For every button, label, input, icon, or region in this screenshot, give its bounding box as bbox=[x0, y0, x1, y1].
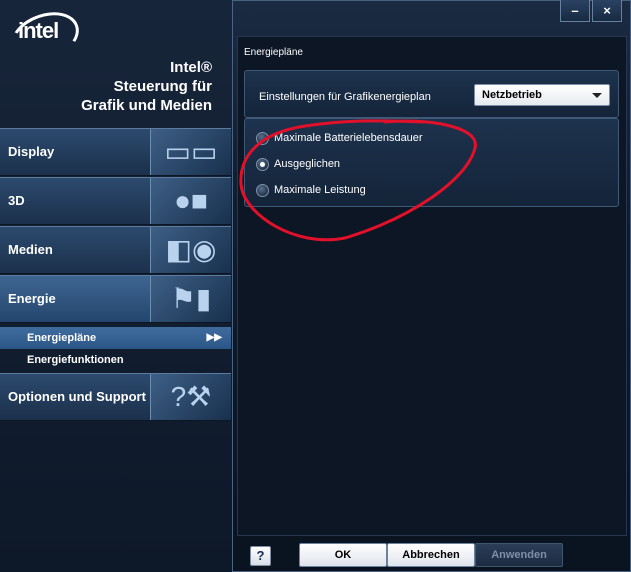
chevron-down-icon bbox=[592, 93, 602, 98]
radio-button[interactable] bbox=[256, 132, 269, 145]
media-icon: ◧◉ bbox=[150, 227, 231, 273]
3d-icon: ●■ bbox=[150, 178, 231, 224]
sidebar-item-label: Display bbox=[8, 144, 55, 159]
apply-button[interactable]: Anwenden bbox=[475, 543, 563, 567]
sidebar-subitem-energieplaene[interactable]: Energiepläne ▶▶ bbox=[0, 327, 231, 349]
sidebar-item-optionen-support[interactable]: Optionen und Support ?⚒ bbox=[0, 373, 231, 421]
sidebar-item-label: Energie bbox=[8, 291, 56, 306]
radio-section: Maximale Batterielebensdauer Ausgegliche… bbox=[244, 118, 619, 207]
sidebar-item-label: Medien bbox=[8, 242, 53, 257]
main-panel: Energiepläne Einstellungen für Grafikene… bbox=[237, 36, 627, 536]
intel-graphics-window: intel Intel® Steuerung für Grafik und Me… bbox=[0, 0, 631, 572]
sidebar-subitem-label: Energiefunktionen bbox=[27, 354, 124, 366]
radio-label: Ausgeglichen bbox=[274, 158, 341, 170]
double-arrow-icon: ▶▶ bbox=[206, 332, 222, 343]
cancel-button[interactable]: Abbrechen bbox=[387, 543, 475, 567]
sidebar-subitem-label: Energiepläne bbox=[27, 332, 97, 344]
radio-label: Maximale Batterielebensdauer bbox=[274, 132, 423, 144]
intel-logo: intel bbox=[18, 18, 59, 43]
ok-button[interactable]: OK bbox=[299, 543, 387, 567]
sidebar-subitem-energiefunktionen[interactable]: Energiefunktionen bbox=[0, 349, 231, 371]
display-icon: ▭▭ bbox=[150, 129, 231, 175]
sidebar-item-display[interactable]: Display ▭▭ bbox=[0, 128, 231, 176]
sidebar-item-medien[interactable]: Medien ◧◉ bbox=[0, 226, 231, 274]
sidebar-item-label: 3D bbox=[8, 193, 25, 208]
settings-section: Einstellungen für Grafikenergieplan Netz… bbox=[244, 70, 619, 118]
power-plan-select[interactable]: Netzbetrieb bbox=[474, 84, 610, 106]
power-plan-select-value: Netzbetrieb bbox=[482, 89, 542, 101]
sidebar-item-label: Optionen und Support bbox=[8, 389, 146, 404]
sidebar-item-energie[interactable]: Energie ⚑▮ bbox=[0, 275, 231, 323]
help-button[interactable]: ? bbox=[250, 546, 271, 566]
radio-label: Maximale Leistung bbox=[274, 184, 366, 196]
page-title: Energiepläne bbox=[244, 47, 303, 58]
energy-icon: ⚑▮ bbox=[150, 276, 231, 322]
minimize-button[interactable]: – bbox=[560, 0, 590, 22]
close-button[interactable]: × bbox=[592, 0, 622, 22]
sidebar: intel Intel® Steuerung für Grafik und Me… bbox=[0, 0, 233, 572]
support-icon: ?⚒ bbox=[150, 374, 231, 420]
radio-button[interactable] bbox=[256, 158, 269, 171]
app-title: Intel® Steuerung für Grafik und Medien bbox=[12, 58, 212, 115]
sidebar-item-3d[interactable]: 3D ●■ bbox=[0, 177, 231, 225]
power-plan-label: Einstellungen für Grafikenergieplan bbox=[259, 91, 431, 103]
radio-button[interactable] bbox=[256, 184, 269, 197]
app-title-line-3: Grafik und Medien bbox=[81, 97, 212, 114]
app-title-line-2: Steuerung für bbox=[113, 78, 212, 95]
app-title-line-1: Intel® bbox=[170, 59, 212, 76]
